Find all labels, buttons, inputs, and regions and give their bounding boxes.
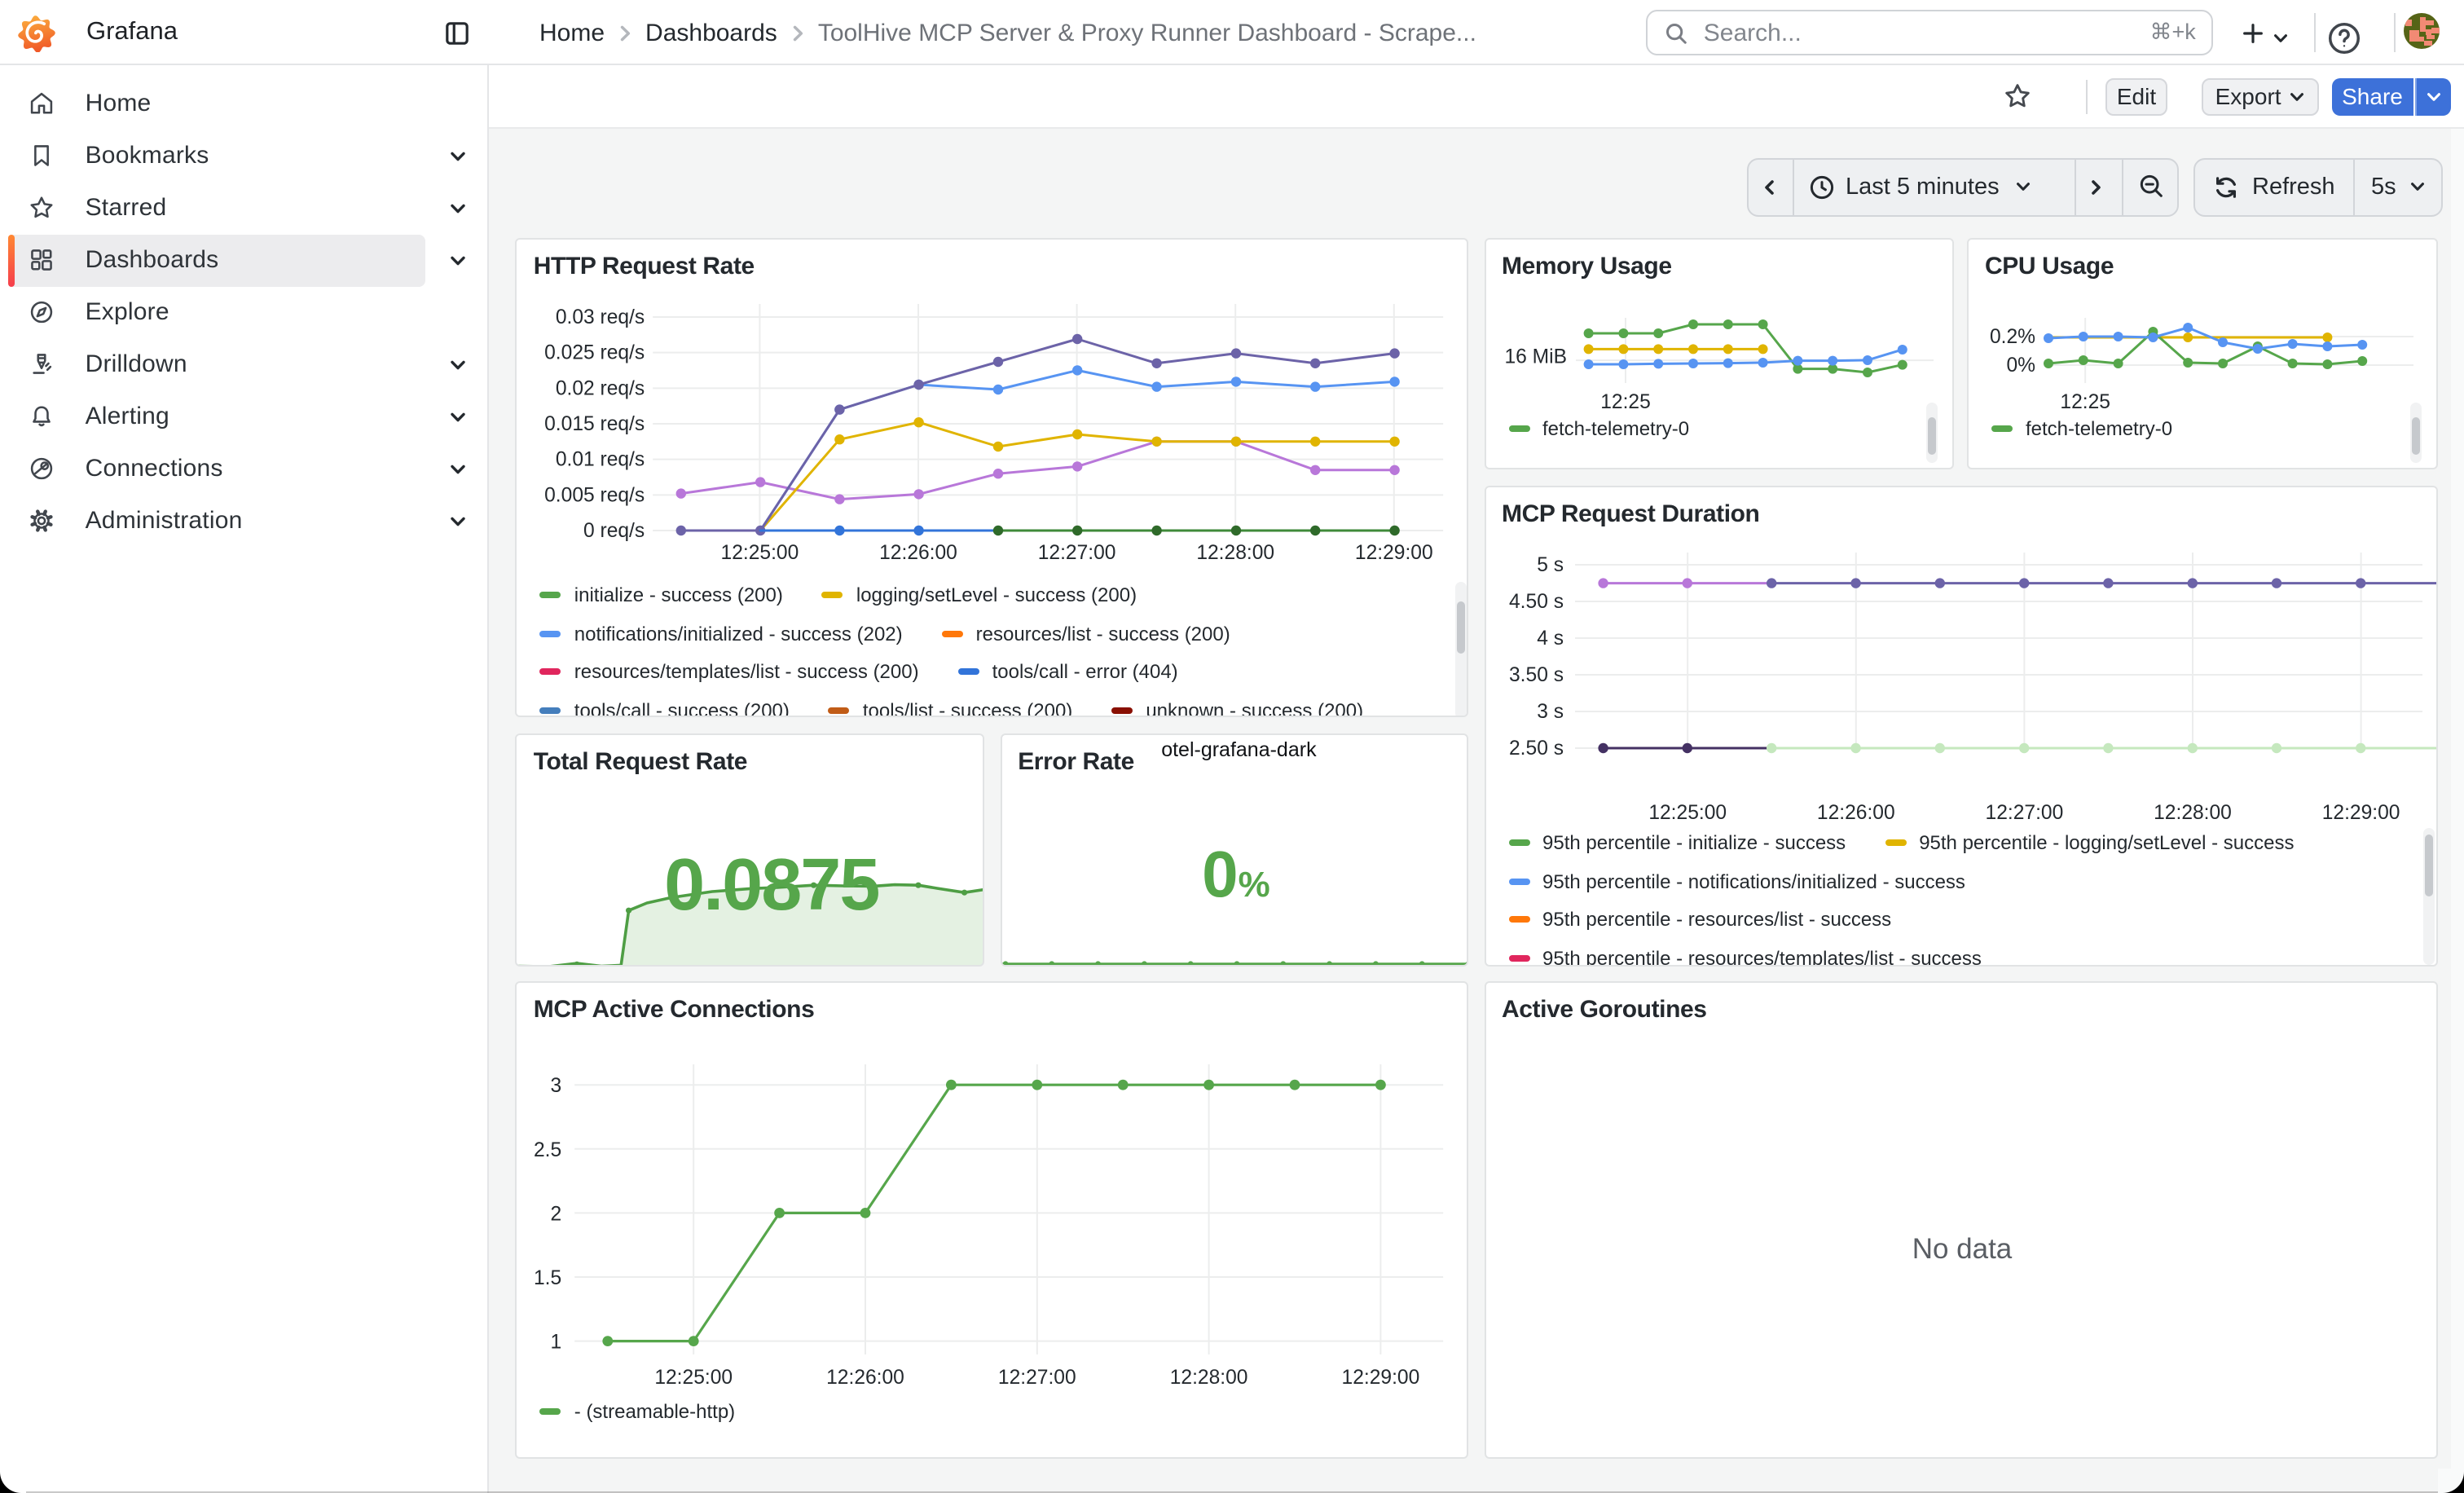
svg-text:12:29:00: 12:29:00 — [2321, 801, 2400, 823]
svg-text:12:25: 12:25 — [2060, 390, 2110, 412]
svg-text:4 s: 4 s — [1536, 627, 1563, 649]
svg-text:0.015 req/s: 0.015 req/s — [545, 412, 645, 434]
svg-text:1.5: 1.5 — [535, 1267, 562, 1289]
svg-text:3.50 s: 3.50 s — [1508, 663, 1563, 685]
svg-text:12:28:00: 12:28:00 — [1197, 541, 1275, 563]
svg-text:0.01 req/s: 0.01 req/s — [557, 448, 645, 470]
svg-text:1: 1 — [551, 1332, 562, 1354]
svg-text:12:27:00: 12:27:00 — [1985, 801, 2063, 823]
svg-text:2.5: 2.5 — [535, 1139, 562, 1161]
svg-text:3: 3 — [551, 1075, 562, 1097]
svg-text:0.02 req/s: 0.02 req/s — [557, 377, 645, 399]
svg-text:0.2%: 0.2% — [1990, 325, 2035, 347]
svg-text:12:28:00: 12:28:00 — [2153, 801, 2231, 823]
svg-text:12:27:00: 12:27:00 — [1039, 541, 1117, 563]
svg-text:12:28:00: 12:28:00 — [1171, 1367, 1249, 1389]
svg-text:12:25: 12:25 — [1599, 390, 1650, 412]
svg-text:0.005 req/s: 0.005 req/s — [545, 483, 645, 505]
svg-text:0.025 req/s: 0.025 req/s — [545, 341, 645, 363]
svg-text:12:27:00: 12:27:00 — [999, 1367, 1077, 1389]
svg-text:12:26:00: 12:26:00 — [827, 1367, 905, 1389]
svg-text:2.50 s: 2.50 s — [1508, 737, 1563, 759]
svg-text:12:25:00: 12:25:00 — [655, 1367, 733, 1389]
svg-text:5 s: 5 s — [1536, 553, 1563, 575]
svg-text:12:29:00: 12:29:00 — [1342, 1367, 1420, 1389]
svg-text:12:26:00: 12:26:00 — [1816, 801, 1894, 823]
svg-text:0 req/s: 0 req/s — [584, 519, 645, 541]
svg-text:12:29:00: 12:29:00 — [1356, 541, 1434, 563]
svg-text:0%: 0% — [2006, 354, 2035, 376]
svg-text:0.03 req/s: 0.03 req/s — [557, 306, 645, 328]
svg-text:4.50 s: 4.50 s — [1508, 590, 1563, 612]
svg-text:12:26:00: 12:26:00 — [880, 541, 958, 563]
svg-text:16 MiB: 16 MiB — [1504, 346, 1567, 368]
svg-text:12:25:00: 12:25:00 — [721, 541, 799, 563]
svg-text:3 s: 3 s — [1536, 700, 1563, 722]
svg-text:2: 2 — [551, 1203, 562, 1225]
svg-text:12:25:00: 12:25:00 — [1648, 801, 1726, 823]
